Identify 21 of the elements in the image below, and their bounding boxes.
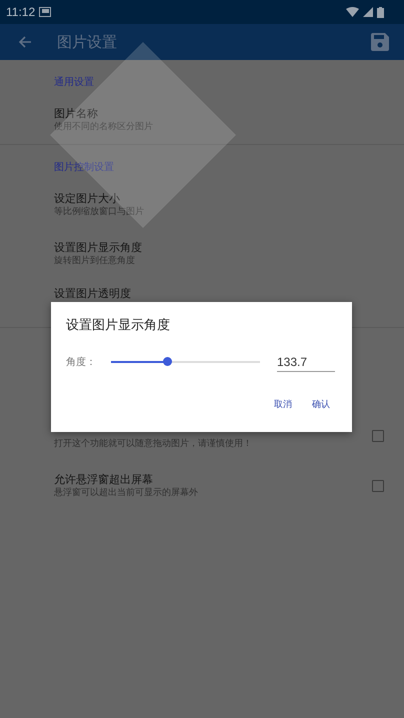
page-title: 图片设置 [57,32,117,52]
wifi-icon [346,7,359,17]
dialog-button[interactable]: 取消 [272,394,294,415]
setting-title[interactable]: 设置图片显示角度 [54,240,384,254]
save-icon[interactable] [371,33,389,51]
setting-title[interactable]: 设定图片大小 [54,192,384,206]
notification-icon [39,7,52,17]
dialog-title: 设置图片显示角度 [66,317,171,334]
slider-thumb[interactable] [162,357,172,366]
checkbox[interactable] [372,430,384,442]
dialog-button[interactable]: 确认 [310,394,332,415]
battery-icon [377,6,384,18]
setting-title[interactable]: 允许悬浮窗超出屏幕 [54,473,372,487]
setting-title[interactable]: 图片名称 [54,106,384,120]
category-header: 通用设置 [54,76,95,90]
angle-label: 角度： [66,356,97,369]
status-time: 11:12 [6,5,36,19]
checkbox[interactable] [372,480,384,492]
signal-icon [363,7,373,17]
setting-title[interactable]: 设置图片透明度 [54,287,384,301]
back-icon[interactable] [18,35,32,49]
